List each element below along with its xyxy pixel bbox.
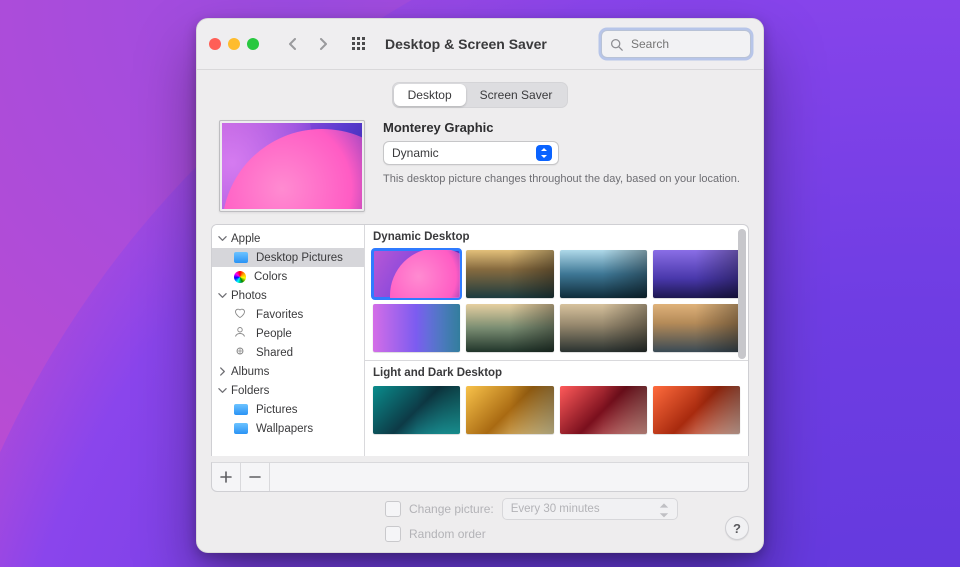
search-field[interactable] <box>601 30 751 58</box>
forward-button[interactable] <box>309 32 337 56</box>
traffic-lights <box>209 38 259 50</box>
help-button[interactable]: ? <box>725 516 749 540</box>
remove-source-button[interactable] <box>241 463 270 491</box>
wallpaper-grid-container: Dynamic Desktop Light and Dark Desktop <box>365 225 748 456</box>
sidebar-item-favorites[interactable]: Favorites <box>212 305 364 324</box>
wallpaper-description: This desktop picture changes throughout … <box>383 173 741 185</box>
tab-desktop[interactable]: Desktop <box>394 84 466 106</box>
sidebar-item-desktop-pictures[interactable]: Desktop Pictures <box>212 248 364 267</box>
current-wallpaper-row: Monterey Graphic Dynamic This desktop pi… <box>197 118 763 224</box>
window-title: Desktop & Screen Saver <box>385 36 547 52</box>
wallpaper-catalina-peak[interactable] <box>466 304 553 352</box>
sidebar-group-photos[interactable]: Photos <box>212 286 364 305</box>
change-interval-value: Every 30 minutes <box>511 503 600 515</box>
tab-segment: Desktop Screen Saver <box>392 82 569 108</box>
sidebar-group-albums[interactable]: Albums <box>212 362 364 381</box>
gallery-grid <box>365 246 748 360</box>
wallpaper-grid-scroll[interactable]: Dynamic Desktop Light and Dark Desktop <box>365 225 748 456</box>
show-all-button[interactable] <box>345 32 373 56</box>
close-button[interactable] <box>209 38 221 50</box>
sidebar-item-label: Favorites <box>256 309 303 321</box>
back-button[interactable] <box>279 32 307 56</box>
wallpaper-hello-teal[interactable] <box>373 386 460 434</box>
sidebar-item-colors[interactable]: Colors <box>212 267 364 286</box>
sidebar-item-label: Pictures <box>256 404 298 416</box>
sidebar-group-label: Albums <box>231 366 269 378</box>
wallpaper-options: Change picture: Every 30 minutes Random … <box>215 498 745 542</box>
tab-bar: Desktop Screen Saver <box>197 70 763 118</box>
wallpaper-name-label: Monterey Graphic <box>383 120 741 135</box>
wallpaper-monterey-graphic[interactable] <box>373 250 460 298</box>
sidebar-item-label: Desktop Pictures <box>256 252 343 264</box>
scrollbar-thumb[interactable] <box>738 229 746 359</box>
minimize-button[interactable] <box>228 38 240 50</box>
wallpaper-big-sur-cliffs[interactable] <box>466 250 553 298</box>
wallpaper-mode-popup[interactable]: Dynamic <box>383 141 559 165</box>
sidebar-group-label: Photos <box>231 290 267 302</box>
sidebar-item-label: Wallpapers <box>256 423 313 435</box>
sidebar-item-shared[interactable]: Shared <box>212 343 364 362</box>
titlebar: Desktop & Screen Saver <box>197 19 763 70</box>
wallpaper-hello-red[interactable] <box>560 386 647 434</box>
chevron-down-icon <box>657 502 671 516</box>
sidebar-group-folders[interactable]: Folders <box>212 381 364 400</box>
preferences-window: Desktop & Screen Saver Desktop Screen Sa… <box>196 18 764 553</box>
change-picture-label: Change picture: <box>409 502 494 516</box>
divider <box>365 360 748 361</box>
source-list-footer <box>211 462 749 492</box>
gallery-section-header: Light and Dark Desktop <box>365 365 748 382</box>
sidebar-item-label: Shared <box>256 347 293 359</box>
sidebar-group-label: Apple <box>231 233 260 245</box>
wallpaper-iridescence[interactable] <box>373 304 460 352</box>
add-source-button[interactable] <box>212 463 241 491</box>
sidebar-item-people[interactable]: People <box>212 324 364 343</box>
zoom-button[interactable] <box>247 38 259 50</box>
sidebar-item-label: Colors <box>254 271 287 283</box>
wallpaper-browser: Apple Desktop Pictures Colors Photos Favorit… <box>211 224 749 456</box>
sidebar-item-pictures[interactable]: Pictures <box>212 400 364 419</box>
wallpaper-catalina-beach[interactable] <box>653 304 740 352</box>
change-picture-checkbox[interactable] <box>385 501 401 517</box>
gallery-grid <box>365 382 748 442</box>
tab-screen-saver[interactable]: Screen Saver <box>466 84 567 106</box>
current-wallpaper-thumbnail <box>219 120 365 212</box>
wallpaper-mode-value: Dynamic <box>392 146 439 160</box>
sidebar-group-apple[interactable]: Apple <box>212 229 364 248</box>
nav-buttons <box>279 32 337 56</box>
change-interval-popup[interactable]: Every 30 minutes <box>502 498 678 520</box>
wallpaper-hello-coral[interactable] <box>653 386 740 434</box>
popup-chevron-icon <box>536 145 552 161</box>
gallery-section-header: Dynamic Desktop <box>365 229 748 246</box>
source-list: Apple Desktop Pictures Colors Photos Favorit… <box>212 225 365 456</box>
random-order-label: Random order <box>409 527 486 541</box>
sidebar-item-wallpapers[interactable]: Wallpapers <box>212 419 364 438</box>
search-icon <box>610 38 623 51</box>
search-input[interactable] <box>629 36 742 52</box>
sidebar-item-label: People <box>256 328 292 340</box>
wallpaper-big-sur-dome[interactable] <box>653 250 740 298</box>
current-wallpaper-info: Monterey Graphic Dynamic This desktop pi… <box>383 120 741 212</box>
random-order-checkbox[interactable] <box>385 526 401 542</box>
wallpaper-hello-gold[interactable] <box>466 386 553 434</box>
wallpaper-big-sur-lake[interactable] <box>560 250 647 298</box>
sidebar-group-label: Folders <box>231 385 269 397</box>
wallpaper-catalina-tree[interactable] <box>560 304 647 352</box>
